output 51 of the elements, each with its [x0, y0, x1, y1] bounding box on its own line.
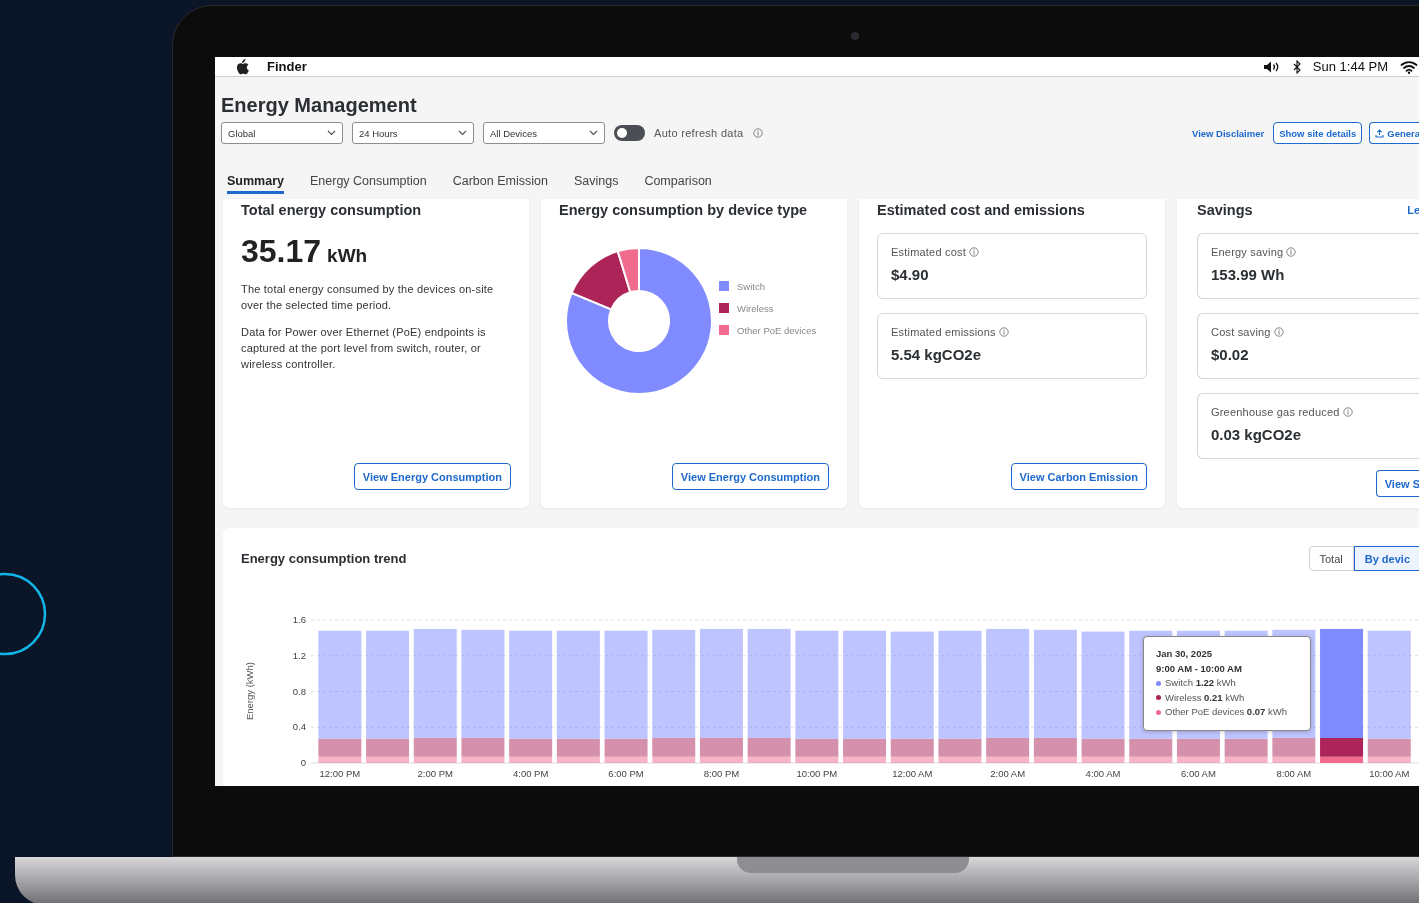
metric-value: 153.99 Wh — [1211, 266, 1286, 283]
axis-tick-label: 2:00 PM — [417, 768, 453, 779]
axis-tick-label: 12:00 AM — [892, 768, 933, 779]
axis-tick-label: 0 — [300, 757, 306, 768]
dropdown-value: 24 Hours — [359, 127, 398, 139]
legend-label: Switch — [737, 280, 765, 292]
page-title: Energy Management — [221, 93, 418, 117]
axis-tick-label: 2:00 AM — [990, 768, 1026, 779]
legend-label: Other PoE devices — [737, 324, 817, 336]
axis-tick-label: 4:00 AM — [1085, 768, 1121, 779]
card-title: Energy consumption by device type — [559, 201, 808, 219]
dropdown-value: Global — [228, 127, 256, 139]
tooltip-date: Jan 30, 2025 — [1156, 647, 1213, 661]
trend-title: Energy consumption trend — [241, 551, 407, 566]
axis-tick-label: 8:00 PM — [703, 768, 740, 779]
description-text: Data for Power over Ethernet (PoE) endpoints is captured at the port level from switch, router, or wireless controller. — [241, 325, 487, 372]
axis-title: Energy (kWh) — [244, 661, 255, 721]
toggle-label: Auto refresh data — [654, 127, 744, 139]
card-title: Estimated cost and emissions — [877, 201, 1085, 219]
card-title: Total energy consumption — [241, 201, 422, 219]
metric-value: 5.54 kgCO2e — [891, 346, 983, 363]
metric-label: Cost saving — [1211, 326, 1271, 338]
axis-tick-label: 1.6 — [292, 614, 306, 625]
axis-tick-label: 4:00 PM — [512, 768, 549, 779]
dropdown-value: All Devices — [490, 127, 537, 139]
axis-tick-label: 10:00 PM — [796, 768, 838, 779]
axis-tick-label: 10:00 AM — [1369, 768, 1410, 779]
legend-label: Wireless — [737, 302, 774, 314]
tooltip-value: Switch 1.22 kWh — [1165, 676, 1236, 690]
metric-label: Energy saving — [1211, 246, 1284, 258]
axis-tick-label: 12:00 PM — [319, 768, 361, 779]
card-title: Savings — [1197, 201, 1253, 219]
tooltip-time-range: 9:00 AM - 10:00 AM — [1156, 661, 1243, 676]
axis-tick-label: 8:00 AM — [1276, 768, 1312, 779]
tooltip-value: Wireless 0.21 kWh — [1165, 690, 1245, 705]
metric-label: Greenhouse gas reduced — [1211, 406, 1340, 418]
tooltip-value: Other PoE devices 0.07 kWh — [1165, 705, 1287, 719]
metric-value: $4.90 — [891, 266, 930, 283]
menu-clock: Sun 1:44 PM — [1312, 59, 1388, 74]
total-unit: kWh — [327, 245, 368, 267]
metric-value: 0.03 kgCO2e — [1211, 426, 1303, 443]
total-value: 35.17 — [241, 233, 322, 270]
metric-value: $0.02 — [1211, 346, 1250, 363]
axis-tick-label: 1.2 — [292, 649, 306, 661]
axis-tick-label: 6:00 PM — [608, 768, 644, 779]
axis-tick-label: 6:00 AM — [1181, 768, 1216, 779]
description-text: The total energy consumed by the devices on-site over the selected time period. — [241, 282, 495, 313]
axis-tick-label: 0.8 — [292, 685, 306, 697]
metric-label: Estimated emissions — [891, 326, 996, 338]
axis-tick-label: 0.4 — [292, 721, 306, 733]
metric-label: Estimated cost — [891, 246, 966, 258]
